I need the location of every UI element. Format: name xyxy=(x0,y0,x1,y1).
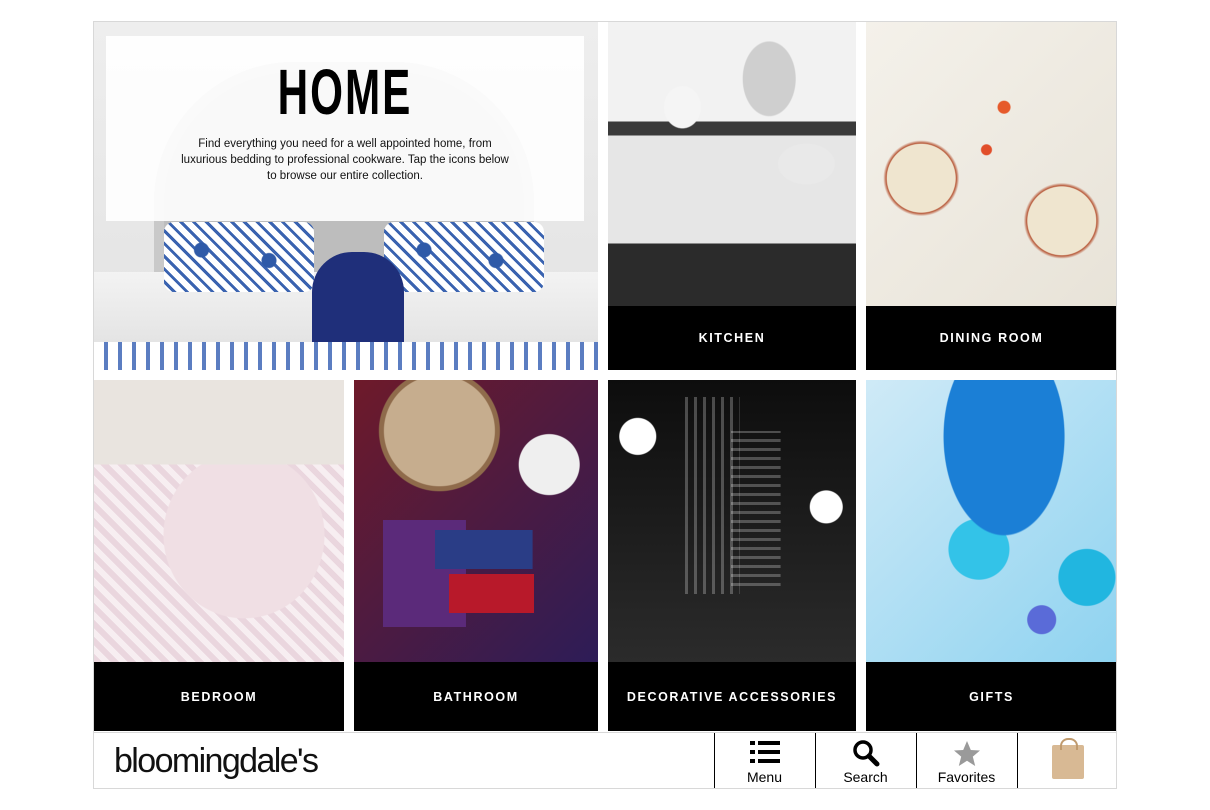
category-tile-gifts[interactable]: GIFTS xyxy=(866,380,1116,731)
bedroom-image xyxy=(94,380,344,662)
menu-button[interactable]: Menu xyxy=(714,733,814,788)
category-tile-decorative-accessories[interactable]: DECORATIVE ACCESSORIES xyxy=(608,380,856,731)
hero-bedskirt-image xyxy=(94,342,598,370)
hero-pillow-image xyxy=(164,222,314,292)
hero-pillow-image xyxy=(384,222,544,292)
shopping-bag-button[interactable] xyxy=(1017,733,1116,788)
search-button[interactable]: Search xyxy=(815,733,915,788)
category-label-bedroom: BEDROOM xyxy=(94,662,344,731)
bloomingdales-logo[interactable]: bloomingdale's xyxy=(114,743,319,779)
bathroom-image xyxy=(354,380,598,662)
page-title: HOME xyxy=(277,56,413,128)
decorative-accessories-image xyxy=(608,380,856,662)
hero-description: Find everything you need for a well appo… xyxy=(181,138,509,182)
list-icon xyxy=(715,739,814,767)
shopping-bag-icon xyxy=(1052,738,1084,779)
hero-woman-image xyxy=(312,252,404,352)
hero-text-panel: HOME Find everything you need for a well… xyxy=(106,36,584,221)
category-label-bathroom: BATHROOM xyxy=(354,662,598,731)
category-label-decorative-accessories: DECORATIVE ACCESSORIES xyxy=(608,662,856,731)
category-tile-bathroom[interactable]: BATHROOM xyxy=(354,380,598,731)
category-tile-kitchen[interactable]: KITCHEN xyxy=(608,22,856,370)
category-tile-dining-room[interactable]: DINING ROOM xyxy=(866,22,1116,370)
hero-banner: HOME Find everything you need for a well… xyxy=(94,22,598,370)
favorites-button[interactable]: Favorites xyxy=(916,733,1016,788)
category-tile-bedroom[interactable]: BEDROOM xyxy=(94,380,344,731)
star-icon xyxy=(917,739,1016,767)
favorites-button-label: Favorites xyxy=(937,769,996,785)
gifts-image xyxy=(866,380,1116,662)
bottom-nav-bar: bloomingdale's Menu Search Favorites xyxy=(94,732,1116,788)
app-frame: HOME Find everything you need for a well… xyxy=(93,21,1117,789)
dining-room-image xyxy=(866,22,1116,306)
search-button-label: Search xyxy=(843,769,888,785)
search-icon xyxy=(816,739,915,767)
category-label-dining-room: DINING ROOM xyxy=(866,306,1116,370)
category-label-gifts: GIFTS xyxy=(866,662,1116,731)
menu-button-label: Menu xyxy=(746,769,783,785)
kitchen-image xyxy=(608,22,856,306)
category-label-kitchen: KITCHEN xyxy=(608,306,856,370)
